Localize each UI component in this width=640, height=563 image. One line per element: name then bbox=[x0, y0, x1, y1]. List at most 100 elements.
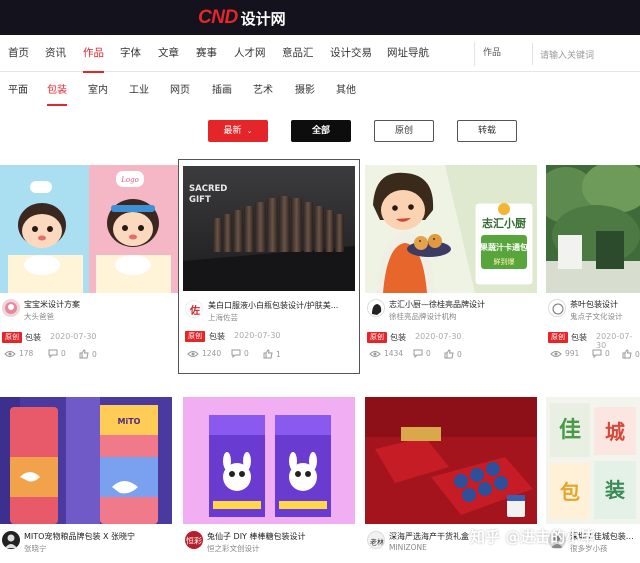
likes-count: 0 bbox=[92, 349, 97, 359]
views-stat: 991 bbox=[550, 349, 579, 358]
work-author[interactable]: 鬼点子文化设计 bbox=[570, 311, 623, 322]
thumb-text-sacred: SACRED bbox=[189, 184, 227, 194]
nav-item-yipinhui[interactable]: 意品汇 bbox=[282, 35, 314, 72]
zhihu-watermark: 知乎 @进击的小毕 bbox=[470, 528, 596, 546]
comments-stat[interactable]: 0 bbox=[231, 349, 249, 358]
thumb-sub-text: 鲜到爆 bbox=[494, 257, 515, 266]
author-avatar[interactable]: 佐 bbox=[185, 300, 203, 318]
logo-site-name: 设计网 bbox=[240, 9, 286, 28]
work-card[interactable]: 恒彩 兔仙子 DIY 棒棒糖包装设计 恒之彩文创设计 bbox=[183, 397, 361, 563]
svg-text:恒彩: 恒彩 bbox=[186, 536, 202, 546]
comments-count: 0 bbox=[426, 349, 431, 358]
author-avatar[interactable] bbox=[548, 299, 566, 317]
nav-item-fonts[interactable]: 字体 bbox=[120, 35, 141, 72]
nav-item-articles[interactable]: 文章 bbox=[158, 35, 179, 72]
likes-stat[interactable]: 1 bbox=[263, 349, 281, 359]
subnav-item-graphic[interactable]: 平面 bbox=[8, 76, 28, 106]
nav-item-news[interactable]: 资讯 bbox=[45, 35, 66, 72]
work-card[interactable]: Logo 宝宝米设计方案 大头爸爸 原创 包装 2020-07-30 178 0… bbox=[0, 165, 178, 370]
subnav-item-photography[interactable]: 摄影 bbox=[295, 76, 315, 106]
work-title[interactable]: MITO宠物粮品牌包装 X 张晓宁 bbox=[24, 531, 174, 542]
work-title[interactable]: 宝宝米设计方案 bbox=[24, 299, 174, 310]
work-card[interactable]: MiTO MITO宠物粮品牌包装 X 张晓宁 张晓宁 bbox=[0, 397, 178, 563]
author-avatar[interactable]: 老林 bbox=[367, 531, 385, 549]
comments-stat[interactable]: 0 bbox=[592, 349, 610, 358]
work-card[interactable]: 志汇小厨 果蔬汁卡通包 鲜到爆 志汇小厨—徐桂亮品牌设计 徐桂亮品牌设计机构 原… bbox=[365, 165, 543, 370]
sort-latest-dropdown[interactable]: 最新 ⌄ bbox=[208, 120, 268, 142]
work-author[interactable]: 张晓宁 bbox=[24, 543, 47, 554]
subnav-item-packaging[interactable]: 包装 bbox=[47, 76, 67, 106]
thumb-up-icon bbox=[444, 349, 454, 359]
work-date: 2020-07-30 bbox=[234, 331, 281, 340]
original-badge: 原创 bbox=[367, 332, 387, 343]
site-logo[interactable]: CND 设计网 bbox=[198, 6, 286, 30]
work-thumbnail[interactable]: 佳 城 包 装 bbox=[546, 397, 640, 524]
nav-divider bbox=[474, 42, 475, 66]
search-category-label: 作品 bbox=[483, 48, 502, 58]
work-thumbnail[interactable] bbox=[183, 397, 361, 524]
svg-text:佐: 佐 bbox=[189, 304, 200, 317]
thumb-brand-text: 志汇小厨 bbox=[482, 216, 526, 230]
logo-mark: CND bbox=[198, 7, 238, 28]
work-category: 包装 bbox=[571, 333, 587, 342]
filter-all-button[interactable]: 全部 bbox=[291, 120, 351, 142]
work-thumbnail[interactable]: SACRED GIFT bbox=[183, 166, 355, 291]
svg-text:MiTO: MiTO bbox=[118, 417, 141, 426]
original-badge: 原创 bbox=[185, 331, 205, 342]
comments-stat[interactable]: 0 bbox=[48, 349, 66, 358]
work-author[interactable]: 恒之彩文创设计 bbox=[207, 543, 260, 554]
svg-text:装: 装 bbox=[604, 478, 625, 502]
author-avatar[interactable] bbox=[2, 531, 20, 549]
views-count: 1434 bbox=[384, 349, 404, 358]
filter-repost-button[interactable]: 转载 bbox=[457, 120, 517, 142]
work-author[interactable]: MINIZONE bbox=[389, 543, 427, 552]
eye-icon bbox=[550, 350, 562, 357]
original-badge: 原创 bbox=[548, 332, 568, 343]
work-thumbnail[interactable] bbox=[365, 397, 543, 524]
thumb-up-icon bbox=[79, 349, 89, 359]
subnav-item-industrial[interactable]: 工业 bbox=[129, 76, 149, 106]
likes-stat[interactable]: 0 bbox=[444, 349, 462, 359]
work-author[interactable]: 徐桂亮品牌设计机构 bbox=[389, 311, 457, 322]
work-title[interactable]: 美白口服液小白瓶包装设计/护肤美... bbox=[208, 300, 358, 311]
subnav-item-other[interactable]: 其他 bbox=[336, 76, 356, 106]
work-thumbnail[interactable]: 志汇小厨 果蔬汁卡通包 鲜到爆 bbox=[365, 165, 543, 293]
work-date: 2020-07-30 bbox=[415, 332, 462, 341]
work-title[interactable]: 兔仙子 DIY 棒棒糖包装设计 bbox=[207, 531, 357, 542]
work-title[interactable]: 茶叶包装设计 bbox=[570, 299, 640, 310]
filter-original-button[interactable]: 原创 bbox=[374, 120, 434, 142]
work-author[interactable]: 大头爸爸 bbox=[24, 311, 54, 322]
likes-count: 0 bbox=[635, 349, 640, 359]
work-thumbnail[interactable] bbox=[546, 165, 640, 293]
author-avatar[interactable] bbox=[2, 299, 20, 317]
comment-icon bbox=[592, 349, 602, 358]
work-author[interactable]: 上海佐芸 bbox=[208, 312, 238, 323]
search-input[interactable] bbox=[533, 45, 640, 67]
subnav-item-web[interactable]: 网页 bbox=[170, 76, 190, 106]
work-thumbnail[interactable]: MiTO bbox=[0, 397, 178, 524]
likes-stat[interactable]: 0 bbox=[79, 349, 97, 359]
work-card-selected[interactable]: SACRED GIFT 佐 美白口服液小白瓶包装设计/护肤美... 上海佐芸 原… bbox=[178, 159, 360, 374]
category-subnav: 平面 包装 室内 工业 网页 插画 艺术 摄影 其他 bbox=[0, 76, 640, 106]
nav-item-talent[interactable]: 人才网 bbox=[234, 35, 266, 72]
author-avatar[interactable] bbox=[367, 299, 385, 317]
subnav-item-art[interactable]: 艺术 bbox=[253, 76, 273, 106]
comments-count: 0 bbox=[605, 349, 610, 358]
subnav-item-illustration[interactable]: 插画 bbox=[212, 76, 232, 106]
nav-item-design-trade[interactable]: 设计交易 bbox=[330, 35, 372, 72]
subnav-item-interior[interactable]: 室内 bbox=[88, 76, 108, 106]
nav-item-home[interactable]: 首页 bbox=[8, 35, 29, 72]
thumb-product-text: 果蔬汁卡通包 bbox=[479, 242, 528, 252]
comment-icon bbox=[48, 349, 58, 358]
work-card[interactable]: 茶叶包装设计 鬼点子文化设计 原创 包装 2020-07-30 991 0 0 bbox=[546, 165, 640, 370]
search-category-select[interactable]: 作品 bbox=[483, 35, 501, 72]
work-thumbnail[interactable]: Logo bbox=[0, 165, 178, 293]
nav-item-works[interactable]: 作品 bbox=[83, 35, 104, 73]
likes-stat[interactable]: 0 bbox=[622, 349, 640, 359]
author-avatar[interactable]: 恒彩 bbox=[185, 531, 203, 549]
views-count: 178 bbox=[19, 349, 34, 358]
work-title[interactable]: 志汇小厨—徐桂亮品牌设计 bbox=[389, 299, 539, 310]
comments-stat[interactable]: 0 bbox=[413, 349, 431, 358]
nav-item-url-nav[interactable]: 网址导航 bbox=[387, 35, 429, 72]
nav-item-contests[interactable]: 赛事 bbox=[196, 35, 217, 72]
